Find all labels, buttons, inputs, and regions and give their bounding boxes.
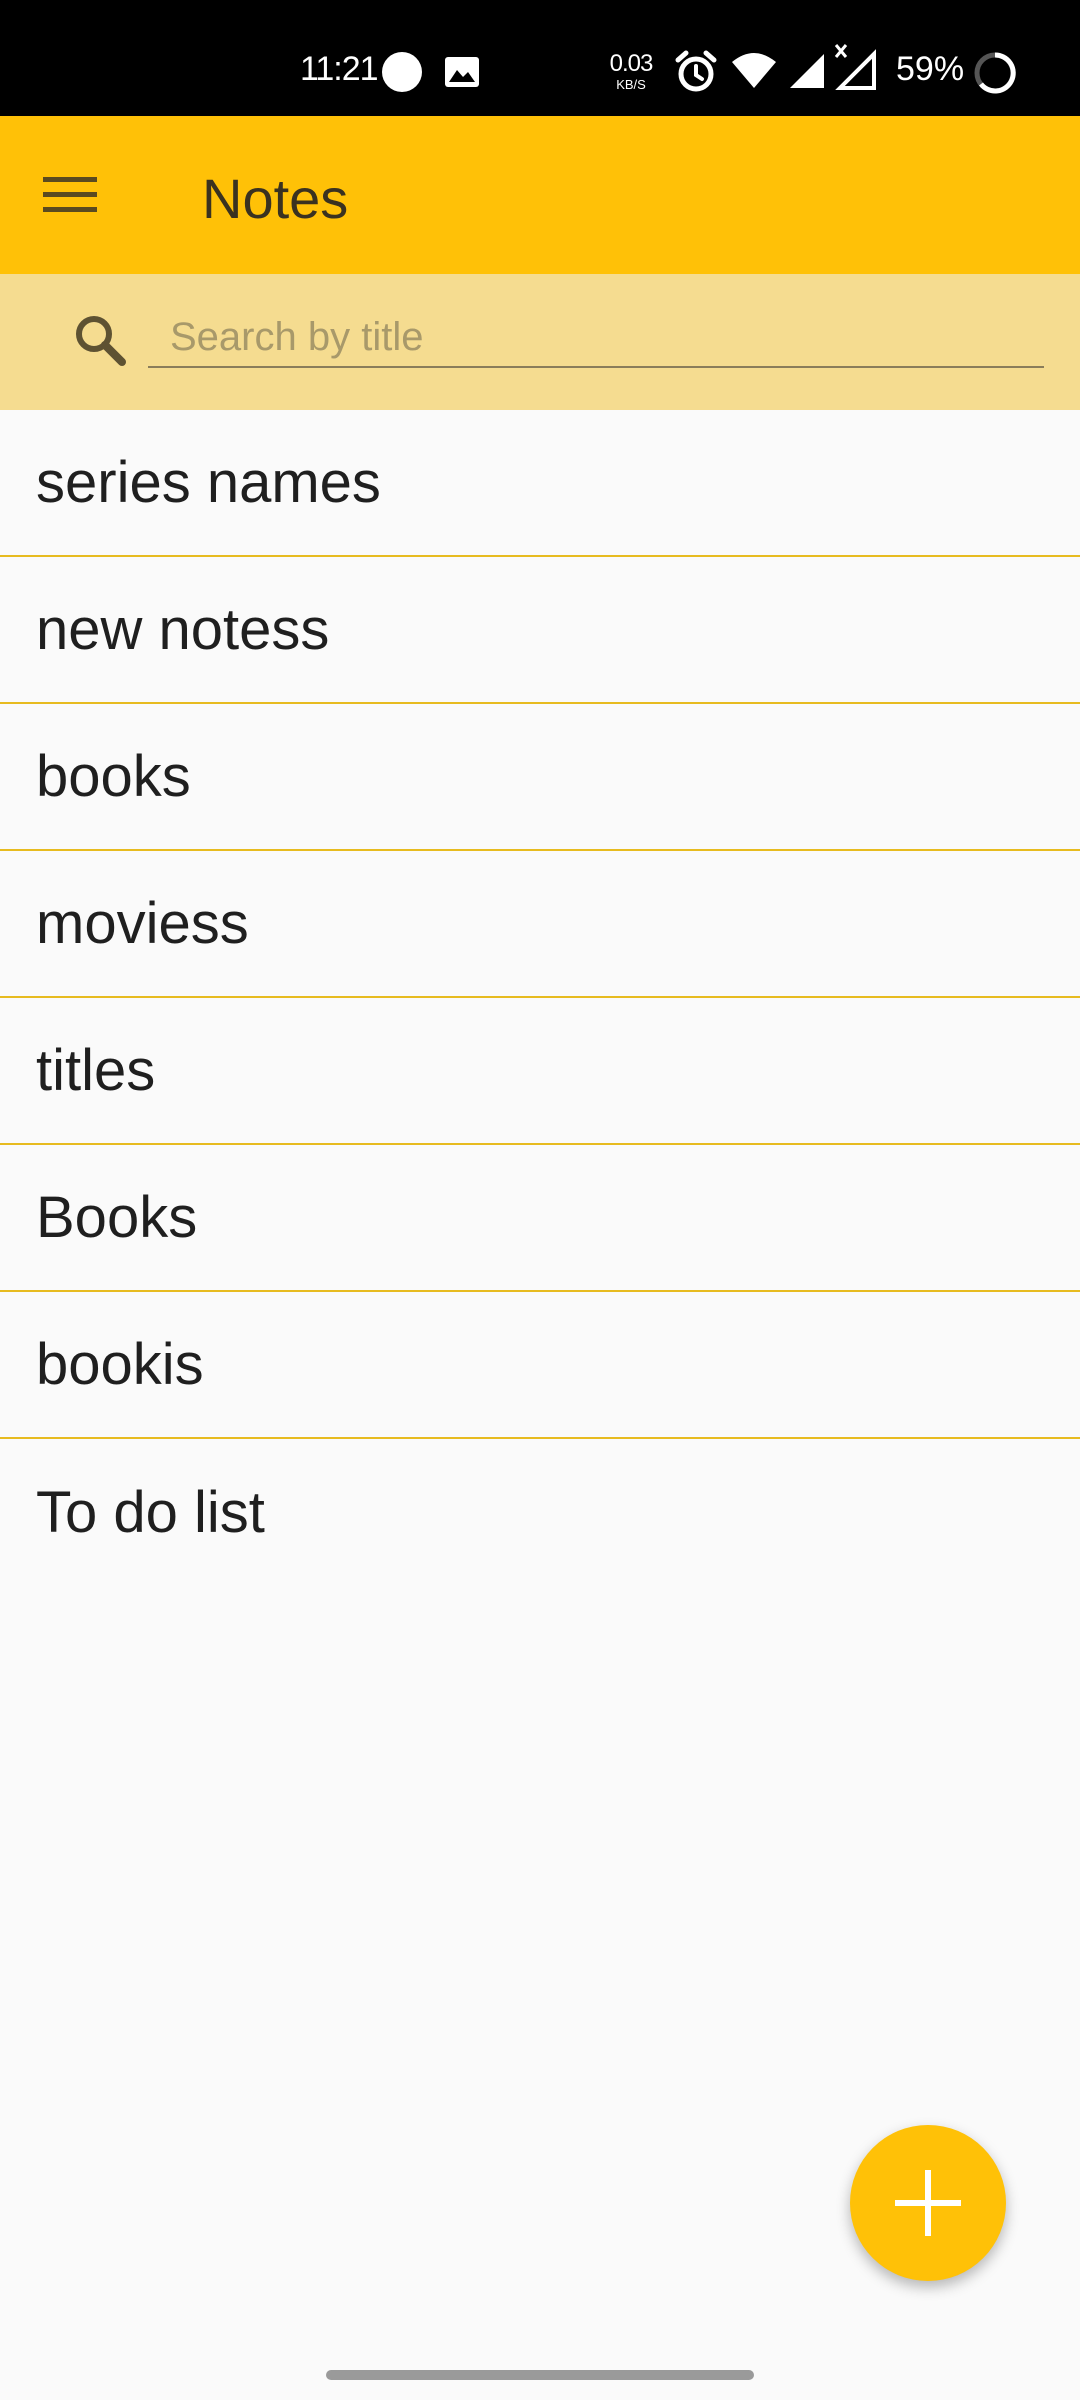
status-bar: 11:21 0.03 KB/S 59%: [0, 0, 1080, 116]
image-icon: [444, 56, 480, 93]
note-title: new notess: [36, 597, 330, 662]
note-title: To do list: [36, 1480, 265, 1545]
note-title: books: [36, 744, 191, 809]
search-bar: [0, 274, 1080, 410]
note-title: Books: [36, 1185, 198, 1250]
note-item-books-capital[interactable]: Books: [0, 1145, 1080, 1292]
wifi-icon: [730, 52, 778, 95]
note-item-new-notess[interactable]: new notess: [0, 557, 1080, 704]
note-title: series names: [36, 450, 381, 515]
notes-list: series names new notess books moviess ti…: [0, 410, 1080, 1586]
note-item-moviess[interactable]: moviess: [0, 851, 1080, 998]
search-input[interactable]: [148, 308, 1044, 368]
note-title: moviess: [36, 891, 249, 956]
notification-dot-icon: [382, 52, 422, 92]
search-icon: [72, 312, 128, 373]
hamburger-menu-icon: [43, 177, 97, 212]
network-speed: 0.03 KB/S: [606, 50, 656, 92]
gesture-nav-bar[interactable]: [326, 2370, 754, 2380]
note-title: titles: [36, 1038, 156, 1103]
note-item-bookis[interactable]: bookis: [0, 1292, 1080, 1439]
plus-icon: [895, 2170, 961, 2236]
note-item-books[interactable]: books: [0, 704, 1080, 851]
note-title: bookis: [36, 1332, 204, 1397]
signal-no-data-icon: [834, 44, 878, 95]
signal-icon: [786, 52, 826, 95]
battery-icon: [972, 50, 1018, 101]
battery-percent: 59%: [896, 50, 965, 88]
note-item-titles[interactable]: titles: [0, 998, 1080, 1145]
page-title: Notes: [202, 167, 349, 230]
network-speed-unit: KB/S: [616, 77, 646, 92]
note-item-to-do-list[interactable]: To do list: [0, 1439, 1080, 1586]
app-bar: Notes: [0, 116, 1080, 274]
status-time: 11:21: [300, 50, 379, 88]
menu-button[interactable]: [34, 159, 106, 231]
note-item-series-names[interactable]: series names: [0, 410, 1080, 557]
add-note-button[interactable]: [850, 2125, 1006, 2281]
alarm-icon: [674, 50, 718, 99]
network-speed-value: 0.03: [609, 50, 654, 77]
